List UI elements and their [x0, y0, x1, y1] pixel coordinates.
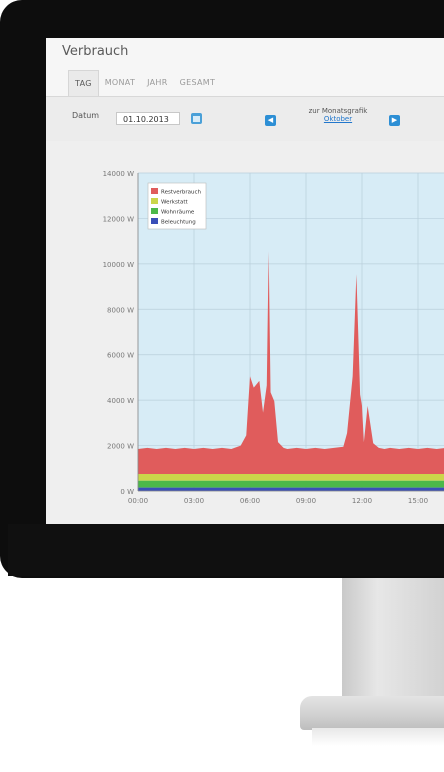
- series-area-werkstatt: [138, 473, 444, 481]
- x-tick-label: 09:00: [296, 497, 316, 505]
- legend-label: Restverbrauch: [161, 190, 202, 196]
- date-toolbar: Datum 01.10.2013 ◀ zur Monatsgrafik Okto…: [46, 96, 444, 142]
- x-tick-label: 15:00: [408, 497, 428, 505]
- tab-bar: TAG MONAT JAHR GESAMT: [68, 70, 221, 96]
- x-tick-label: 03:00: [184, 497, 204, 505]
- tab-tag[interactable]: TAG: [68, 70, 99, 96]
- chevron-right-icon[interactable]: ▶: [389, 115, 400, 126]
- legend-label: Werkstatt: [161, 200, 188, 206]
- date-field[interactable]: 01.10.2013: [116, 112, 180, 125]
- chevron-left-icon[interactable]: ◀: [265, 115, 276, 126]
- legend-swatch: [151, 188, 158, 194]
- app-screen: Verbrauch TAG MONAT JAHR GESAMT Datum 01…: [46, 38, 444, 524]
- y-tick-label: 4000 W: [107, 397, 134, 405]
- y-tick-label: 8000 W: [107, 306, 134, 314]
- monitor-stand-base: [300, 696, 444, 730]
- legend-label: Beleuchtung: [161, 220, 196, 226]
- y-tick-label: 2000 W: [107, 443, 134, 451]
- monitor-chin: [8, 524, 444, 576]
- month-nav-text: zur Monatsgrafik: [308, 107, 368, 115]
- y-tick-label: 6000 W: [107, 352, 134, 360]
- consumption-chart: 0 W 2000 W 4000 W 6000 W 8000 W 10000 W 12000 …: [103, 170, 444, 505]
- tab-jahr[interactable]: JAHR: [141, 70, 173, 96]
- date-label: Datum: [72, 111, 100, 120]
- y-tick-label: 10000 W: [103, 261, 134, 269]
- month-link[interactable]: Oktober: [298, 115, 378, 123]
- legend-swatch: [151, 218, 158, 224]
- series-area-beleuchtung: [138, 487, 444, 491]
- monitor-bezel: Verbrauch TAG MONAT JAHR GESAMT Datum 01…: [0, 0, 444, 578]
- legend-swatch: [151, 198, 158, 204]
- tab-monat[interactable]: MONAT: [99, 70, 141, 96]
- page-title: Verbrauch: [62, 44, 129, 59]
- chart-area: 0 W 2000 W 4000 W 6000 W 8000 W 10000 W 12000 …: [46, 141, 444, 524]
- x-tick-label: 06:00: [240, 497, 260, 505]
- legend-label: Wohnräume: [161, 210, 195, 216]
- x-tick-label: 00:00: [128, 497, 148, 505]
- y-tick-label: 0 W: [120, 488, 134, 496]
- monitor-stand-shadow: [312, 728, 444, 746]
- y-tick-label: 14000 W: [103, 170, 134, 178]
- monitor-stand-neck: [342, 578, 444, 702]
- calendar-icon[interactable]: [191, 113, 202, 124]
- x-tick-label: 12:00: [352, 497, 372, 505]
- legend-swatch: [151, 208, 158, 214]
- tab-gesamt[interactable]: GESAMT: [174, 70, 222, 96]
- month-nav: zur Monatsgrafik Oktober: [298, 107, 378, 123]
- series-area-wohnräume: [138, 480, 444, 488]
- y-tick-label: 12000 W: [103, 215, 134, 223]
